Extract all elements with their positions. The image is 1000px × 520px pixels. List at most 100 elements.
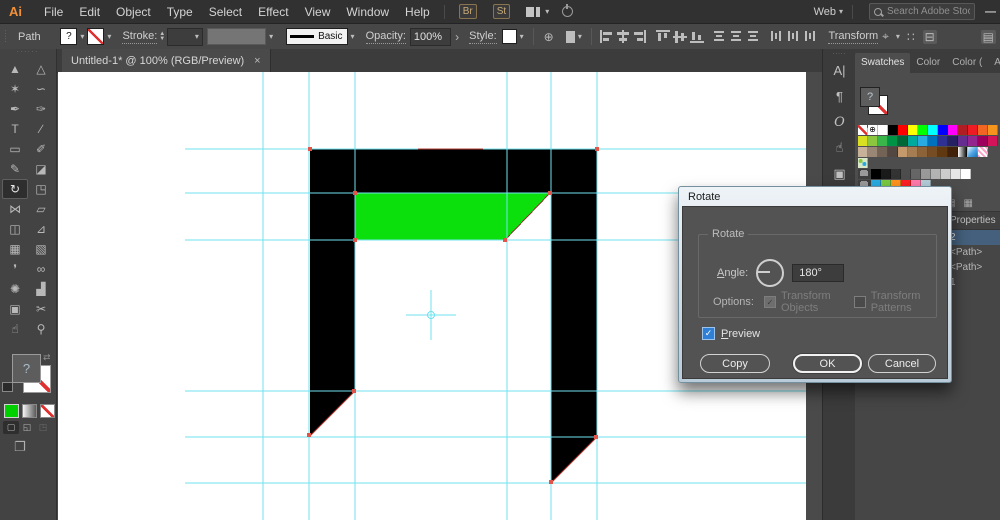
eraser-tool[interactable]: ◪ — [28, 159, 54, 179]
swatch[interactable] — [888, 147, 898, 157]
transform-objects-checkbox[interactable]: ✓ — [763, 296, 776, 308]
swatch[interactable] — [968, 125, 978, 135]
chevron-down-icon[interactable]: ▾ — [351, 32, 355, 41]
document-preferences-icon[interactable] — [565, 30, 575, 43]
width-tool[interactable]: ⋈ — [2, 199, 28, 219]
swatch[interactable] — [978, 136, 988, 146]
swatch[interactable] — [898, 147, 908, 157]
align-right-icon[interactable] — [633, 30, 647, 43]
folder-icon[interactable]: ▦ — [963, 198, 972, 209]
paintbrush-tool[interactable]: ✐ — [28, 139, 54, 159]
style-label[interactable]: Style: — [469, 30, 497, 44]
swatch[interactable] — [931, 169, 941, 179]
rotate-tool[interactable]: ↻ — [2, 179, 28, 199]
brush-definition-select[interactable]: Basic — [286, 28, 348, 45]
stroke-weight-stepper[interactable]: ▲ ▼ — [159, 31, 165, 42]
preview-checkbox[interactable]: ✓ — [702, 327, 715, 340]
stroke-weight-label[interactable]: Stroke: — [122, 30, 158, 44]
symbols-panel-icon[interactable]: ☝ — [823, 135, 856, 161]
menu-select[interactable]: Select — [201, 5, 250, 19]
swatch[interactable] — [918, 147, 928, 157]
gradient-tool[interactable]: ▧ — [28, 239, 54, 259]
arrange-documents-icon[interactable] — [526, 6, 541, 17]
swap-fill-stroke-icon[interactable]: ⇄ — [43, 352, 51, 363]
scale-tool[interactable]: ◳ — [28, 179, 54, 199]
type-tool[interactable]: T — [2, 119, 28, 139]
zoom-tool[interactable]: ⚲ — [28, 319, 54, 339]
column-graph-tool[interactable]: ▟ — [28, 279, 54, 299]
chevron-down-icon[interactable]: ▾ — [107, 32, 111, 41]
draw-normal-icon[interactable]: ▢ — [3, 421, 19, 434]
swatch[interactable] — [858, 125, 868, 135]
swatch[interactable] — [958, 136, 968, 146]
search-input[interactable]: Search Adobe Stock — [869, 3, 975, 20]
panel-grip[interactable]: ∙∙∙∙∙∙ — [0, 49, 56, 57]
align-bottom-icon[interactable] — [689, 30, 704, 43]
swatch[interactable] — [888, 125, 898, 135]
swatch[interactable] — [918, 125, 928, 135]
default-fill-stroke-icon[interactable] — [2, 382, 13, 392]
blend-tool[interactable]: ∞ — [28, 259, 54, 279]
chevron-down-icon[interactable]: ▾ — [269, 32, 273, 41]
distribute-vcenter-icon[interactable] — [729, 30, 743, 43]
free-transform-tool[interactable]: ▱ — [28, 199, 54, 219]
tab-swatches[interactable]: Swatches — [855, 53, 911, 73]
bridge-button[interactable]: Br — [458, 4, 477, 19]
fill-color-well[interactable]: ? — [60, 28, 78, 45]
fill-proxy[interactable]: ? — [860, 87, 880, 107]
swatch[interactable] — [961, 169, 971, 179]
menu-object[interactable]: Object — [108, 5, 159, 19]
swatch[interactable] — [968, 136, 978, 146]
swatch[interactable] — [878, 147, 888, 157]
angle-dial[interactable] — [756, 259, 785, 287]
distribute-right-icon[interactable] — [803, 30, 817, 43]
menu-window[interactable]: Window — [338, 5, 397, 19]
swatch[interactable] — [928, 125, 938, 135]
hand-tool[interactable]: ☝ — [2, 319, 28, 339]
swatch[interactable] — [921, 169, 931, 179]
artboards-panel-icon[interactable]: ▣ — [823, 161, 856, 187]
chevron-down-icon[interactable]: ▾ — [839, 7, 843, 16]
chevron-down-icon[interactable]: ▾ — [578, 32, 582, 41]
none-button[interactable] — [40, 404, 55, 418]
document-tab[interactable]: Untitled-1* @ 100% (RGB/Preview) × — [62, 49, 271, 72]
swatch[interactable] — [878, 136, 888, 146]
lasso-tool[interactable]: ∽ — [28, 79, 54, 99]
screen-mode-icon[interactable]: ❐ — [14, 439, 26, 455]
swatch[interactable] — [948, 125, 958, 135]
swatch[interactable] — [958, 125, 968, 135]
gradient-button[interactable] — [22, 404, 37, 418]
swatch[interactable] — [891, 169, 901, 179]
panel-options-icon[interactable]: ▤ — [980, 29, 996, 44]
swatch[interactable] — [901, 169, 911, 179]
opacity-value[interactable]: 100% — [409, 27, 452, 46]
align-hcenter-icon[interactable] — [616, 30, 630, 43]
tab-align[interactable]: Align — [988, 53, 1000, 73]
swatch[interactable] — [858, 147, 868, 157]
menu-file[interactable]: File — [36, 5, 71, 19]
swatch[interactable] — [928, 136, 938, 146]
swatch[interactable] — [978, 125, 988, 135]
distribute-bottom-icon[interactable] — [746, 30, 760, 43]
copy-button[interactable]: Copy — [700, 354, 770, 373]
width-profile-select[interactable] — [206, 28, 267, 45]
stroke-color-well[interactable] — [87, 28, 105, 45]
swatch[interactable] — [898, 125, 908, 135]
align-top-icon[interactable] — [655, 30, 670, 43]
align-left-icon[interactable] — [599, 30, 613, 43]
swatch[interactable] — [871, 169, 881, 179]
opacity-label[interactable]: Opacity: — [365, 30, 406, 44]
shape-properties-icon[interactable]: ∷ — [907, 30, 915, 44]
close-icon[interactable]: × — [254, 55, 260, 67]
swatch[interactable] — [858, 136, 868, 146]
align-vcenter-icon[interactable] — [672, 30, 687, 43]
swatch[interactable] — [911, 169, 921, 179]
direct-selection-tool[interactable]: △ — [28, 59, 54, 79]
fill-proxy[interactable]: ? — [12, 354, 41, 383]
swatch[interactable] — [978, 147, 988, 157]
swatch[interactable] — [918, 136, 928, 146]
swatch[interactable] — [868, 147, 878, 157]
chevron-down-icon[interactable]: ▾ — [80, 32, 84, 41]
cancel-button[interactable]: Cancel — [868, 354, 936, 373]
swatch[interactable] — [888, 136, 898, 146]
